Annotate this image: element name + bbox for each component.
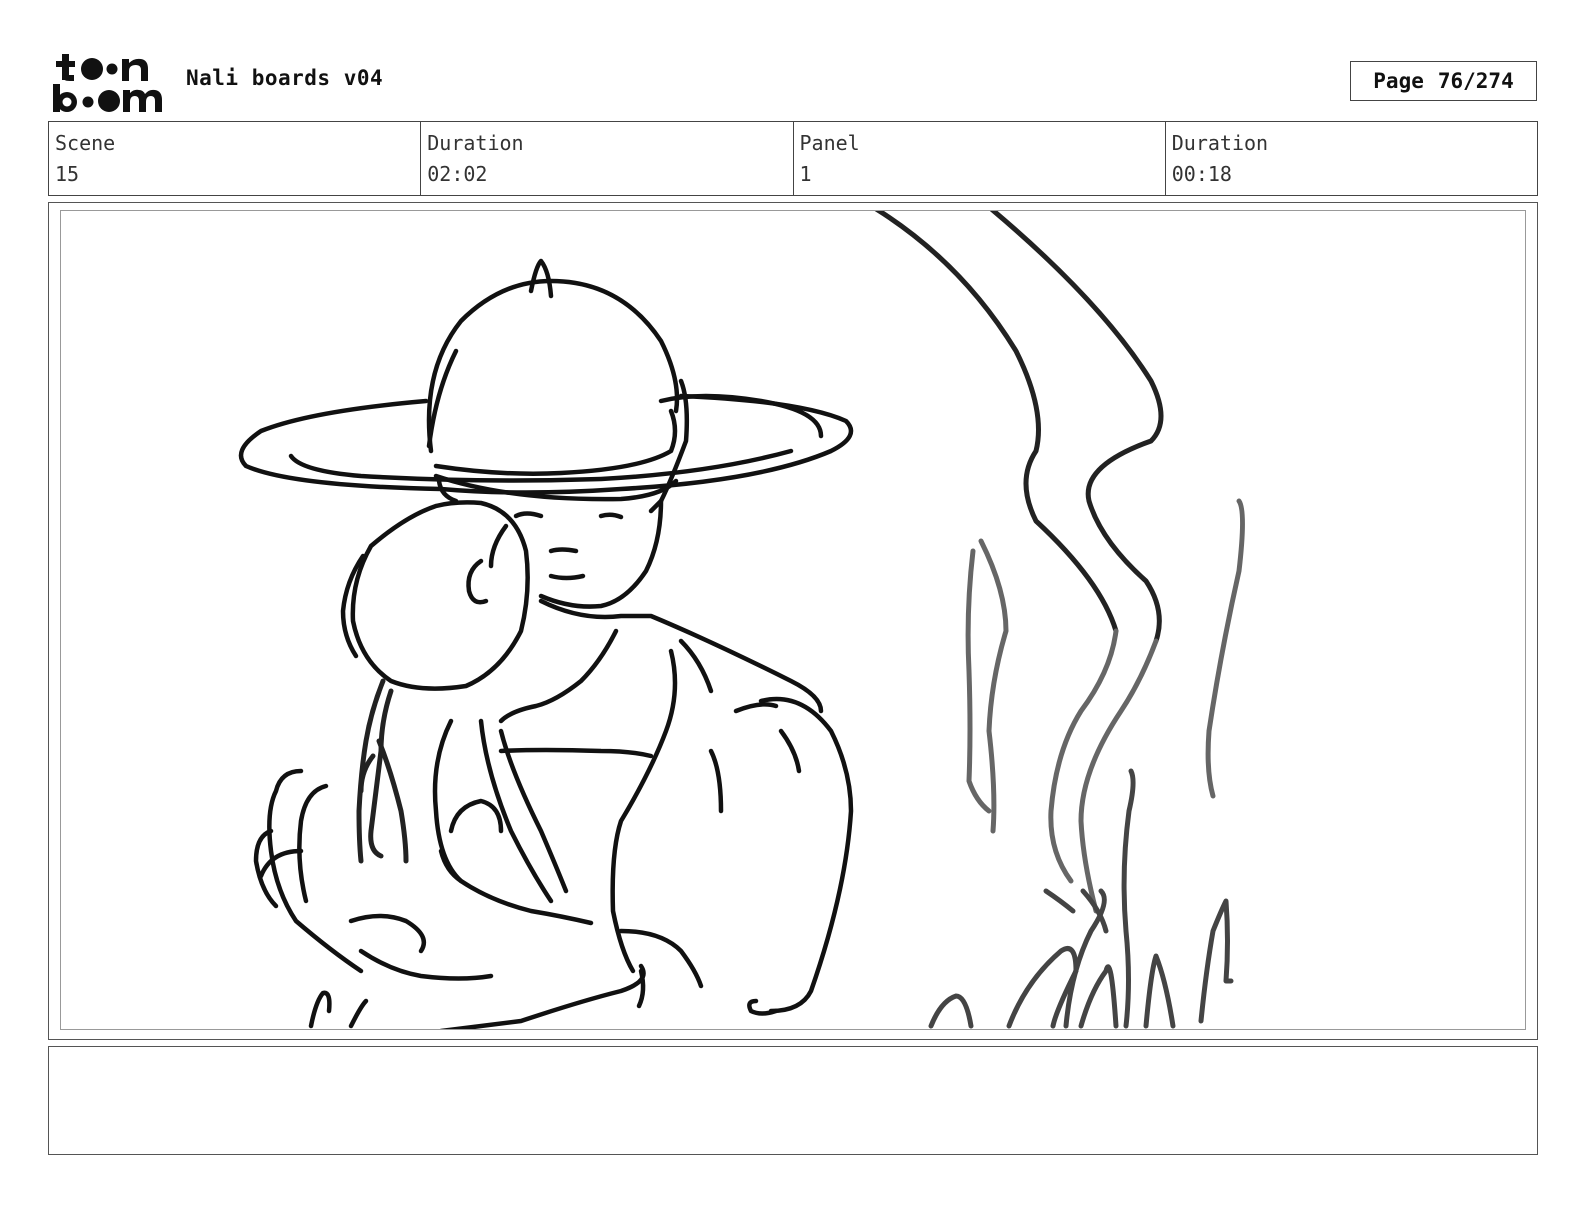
smoke-lines-grey (965, 498, 1245, 914)
page-indicator: Page 76/274 (1350, 61, 1537, 101)
smoke-lines (874, 211, 1164, 644)
scene-cell: Scene 15 (49, 122, 422, 195)
panel-duration-cell: Duration 00:18 (1166, 122, 1537, 195)
panel-cell: Panel 1 (794, 122, 1166, 195)
panel-duration-label: Duration (1171, 131, 1269, 155)
panel-value: 1 (799, 162, 812, 186)
scene-value: 15 (55, 162, 80, 186)
child-body (253, 718, 779, 1029)
panel-duration-value: 00:18 (1171, 162, 1232, 186)
sketch-drawing (238, 211, 1245, 1029)
page-number: 76/274 (1437, 69, 1514, 93)
toonboom-logo (50, 50, 166, 114)
scene-duration-value: 02:02 (427, 162, 488, 186)
page-label: Page (1373, 69, 1424, 93)
child-braid (356, 678, 409, 864)
toonboom-logo-icon (53, 54, 162, 112)
storyboard-panel-frame (48, 202, 1538, 1040)
panel-label: Panel (799, 131, 860, 155)
scene-label: Scene (55, 131, 116, 155)
notes-box (48, 1046, 1538, 1155)
hat (238, 258, 854, 514)
document-title: Nali boards v04 (186, 66, 384, 90)
scene-duration-label: Duration (427, 131, 524, 155)
body (498, 598, 854, 1014)
face (513, 498, 664, 609)
scene-info-row: Scene 15 Duration 02:02 Panel 1 Duration… (48, 121, 1538, 196)
child-head (340, 500, 530, 691)
storyboard-panel-image (60, 210, 1526, 1030)
scene-duration-cell: Duration 02:02 (421, 122, 794, 195)
